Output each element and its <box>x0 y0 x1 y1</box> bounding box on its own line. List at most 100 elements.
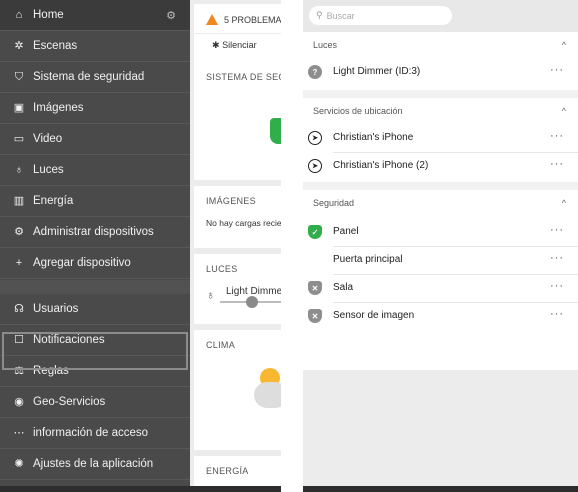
video-icon: ▭ <box>13 133 25 145</box>
section-header-lights[interactable]: Luces ^ <box>303 32 578 58</box>
scenes-icon: ✲ <box>14 40 24 52</box>
images-title: IMÁGENES <box>206 196 256 206</box>
list-item[interactable]: ? Light Dimmer (ID:3) ··· <box>303 58 578 86</box>
status-unknown-icon: ? <box>308 65 322 79</box>
search-input[interactable] <box>326 10 437 21</box>
shield-check-icon: ✓ <box>308 225 322 239</box>
list-item[interactable]: Puerta principal ··· <box>303 246 578 274</box>
cloud-icon <box>254 382 281 408</box>
climate-card[interactable]: CLIMA <box>194 330 281 450</box>
no-uploads-text: No hay cargas recientes <box>206 218 281 228</box>
sidebar-item-label: Energía <box>33 195 74 207</box>
device-label: Light Dimmer (ID:3) <box>333 66 421 77</box>
list-item[interactable]: ➤ Christian's iPhone (2) ··· <box>303 152 578 180</box>
list-item[interactable]: ✕ Sala ··· <box>303 274 578 302</box>
more-options-icon[interactable]: ··· <box>550 252 564 264</box>
more-options-icon[interactable]: ··· <box>550 158 564 170</box>
app-root: ⌂ Home ⚙ ✲ Escenas ⛉ Sistema de segurida… <box>0 0 578 492</box>
sidebar-item-label: Usuarios <box>33 303 79 315</box>
section-title: Servicios de ubicación <box>313 106 403 116</box>
sidebar-item-security[interactable]: ⛉ Sistema de seguridad <box>0 62 190 93</box>
chevron-up-icon[interactable]: ^ <box>562 106 566 116</box>
section-title: Luces <box>313 40 338 50</box>
sidebar-item-label: Agregar dispositivo <box>33 257 131 269</box>
sidebar-item-video[interactable]: ▭ Video <box>0 124 190 155</box>
device-label: Christian's iPhone <box>333 132 414 143</box>
sidebar-item-label: Ajustes de la aplicación <box>33 458 154 470</box>
search-box[interactable]: ⚲ <box>309 6 452 25</box>
image-icon: ▣ <box>13 102 25 114</box>
sidebar-item-home[interactable]: ⌂ Home ⚙ <box>0 0 190 31</box>
list-item[interactable]: ➤ Christian's iPhone ··· <box>303 124 578 152</box>
lights-title: LUCES <box>206 264 238 274</box>
location-arrow-icon: ➤ <box>308 131 322 145</box>
location-icon: ◉ <box>14 396 24 408</box>
sidebar-item-add-device[interactable]: + Agregar dispositivo <box>0 248 190 279</box>
plus-icon: + <box>15 257 23 269</box>
settings-icon: ✺ <box>14 458 24 470</box>
lights-card: LUCES ♁ Light Dimmer <box>194 254 281 324</box>
sidebar-item-geo-services[interactable]: ◉ Geo-Servicios <box>0 387 190 418</box>
sidebar-item-label: Luces <box>33 164 64 176</box>
dimmer-slider-knob[interactable] <box>245 296 258 308</box>
more-options-icon[interactable]: ··· <box>550 280 564 292</box>
silence-button[interactable]: ✱ Silenciar <box>194 33 281 55</box>
images-card[interactable]: IMÁGENES No hay cargas recientes <box>194 186 281 248</box>
sidebar-item-label: Imágenes <box>33 102 84 114</box>
gutter <box>281 0 303 492</box>
shield-x-icon: ✕ <box>308 309 322 323</box>
security-card[interactable]: SISTEMA DE SEGURIDAD <box>194 62 281 180</box>
search-bar: ⚲ <box>303 0 578 32</box>
climate-title: CLIMA <box>206 340 236 350</box>
section-separator <box>303 182 578 190</box>
sidebar-item-lights[interactable]: ♁ Luces <box>0 155 190 186</box>
bulb-icon: ♁ <box>14 164 24 176</box>
list-item[interactable]: ✓ Panel ··· <box>303 218 578 246</box>
device-label: Puerta principal <box>333 254 403 265</box>
bottom-bar-left <box>0 486 281 492</box>
users-icon: ☊ <box>14 303 24 315</box>
problems-label: 5 PROBLEMAS <box>224 14 281 25</box>
sidebar-item-label: Video <box>33 133 63 145</box>
section-header-security[interactable]: Seguridad ^ <box>303 190 578 216</box>
sidebar-item-escenas[interactable]: ✲ Escenas <box>0 31 190 62</box>
sidebar-item-label: Administrar dispositivos <box>33 226 154 238</box>
sidebar-item-manage-devices[interactable]: ⚙ Administrar dispositivos <box>0 217 190 248</box>
section-header-location[interactable]: Servicios de ubicación ^ <box>303 98 578 124</box>
problems-banner[interactable]: 5 PROBLEMAS <box>194 4 281 25</box>
security-shield-icon <box>270 118 281 144</box>
more-options-icon[interactable]: ··· <box>550 224 564 236</box>
bulb-icon: ♁ <box>206 288 215 302</box>
sidebar-item-app-settings[interactable]: ✺ Ajustes de la aplicación <box>0 449 190 480</box>
section-separator <box>303 90 578 98</box>
sidebar-item-images[interactable]: ▣ Imágenes <box>0 93 190 124</box>
chevron-up-icon[interactable]: ^ <box>562 198 566 208</box>
more-options-icon[interactable]: ··· <box>550 130 564 142</box>
problems-card: 5 PROBLEMAS ✱ Silenciar <box>194 4 281 62</box>
silence-label: Silenciar <box>222 40 257 50</box>
section-title: Seguridad <box>313 198 355 208</box>
dashboard: 5 PROBLEMAS ✱ Silenciar SISTEMA DE SEGUR… <box>190 0 281 492</box>
sidebar-item-users[interactable]: ☊ Usuarios <box>0 294 190 325</box>
chevron-up-icon[interactable]: ^ <box>562 40 566 50</box>
sidebar-item-access-info[interactable]: ⋯ información de acceso <box>0 418 190 449</box>
list-item[interactable]: ✕ Sensor de imagen ··· <box>303 302 578 330</box>
more-options-icon[interactable]: ··· <box>550 308 564 320</box>
device-panel: ⚲ Luces ^ ? Light Dimmer (ID:3) ··· Serv… <box>303 0 578 492</box>
warning-icon <box>206 14 218 25</box>
energy-chart-icon: ▥ <box>13 195 25 207</box>
sidebar-item-label: Sistema de seguridad <box>33 71 145 83</box>
bottom-bar-right <box>303 486 578 492</box>
sidebar-item-label: Geo-Servicios <box>33 396 106 408</box>
sidebar-item-energy[interactable]: ▥ Energía <box>0 186 190 217</box>
sidebar-item-label: Escenas <box>33 40 78 52</box>
sidebar-divider <box>0 280 190 294</box>
security-title: SISTEMA DE SEGURIDAD <box>206 72 281 82</box>
sidebar: ⌂ Home ⚙ ✲ Escenas ⛉ Sistema de segurida… <box>0 0 190 492</box>
device-label: Panel <box>333 226 359 237</box>
more-options-icon[interactable]: ··· <box>550 64 564 76</box>
home-icon: ⌂ <box>15 9 23 21</box>
devices-icon: ⚙ <box>14 226 24 238</box>
device-label: Christian's iPhone (2) <box>333 160 429 171</box>
home-settings-icon[interactable]: ⚙ <box>166 9 176 22</box>
